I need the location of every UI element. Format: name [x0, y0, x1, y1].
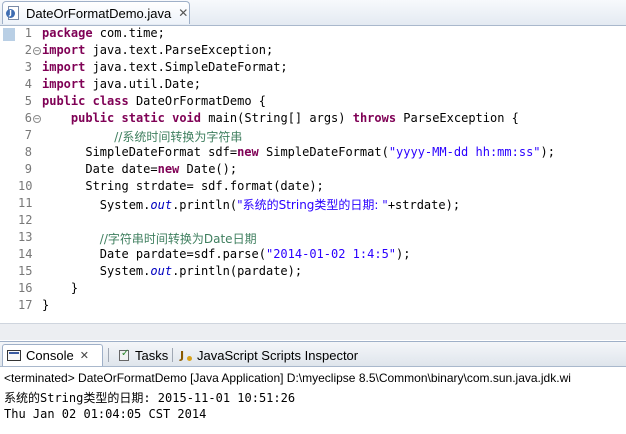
line-number: 13	[18, 230, 33, 244]
line-number: 10	[18, 179, 33, 193]
code-line-1: package com.time;	[42, 26, 165, 40]
console-view-tab-bar: Console ✕ ✓ Tasks J JavaScript Scripts I…	[0, 341, 626, 367]
line-number: 5	[24, 94, 32, 108]
tab-separator	[108, 348, 109, 362]
line-number: 4	[24, 77, 32, 91]
code-line-5: public class DateOrFormatDemo {	[42, 94, 266, 108]
line-number: 6	[24, 111, 32, 125]
code-line-8: SimpleDateFormat sdf=new SimpleDateForma…	[85, 145, 555, 159]
line-number: 17	[18, 298, 33, 312]
editor-horizontal-scrollbar[interactable]	[0, 323, 626, 340]
console-output-area[interactable]: <terminated> DateOrFormatDemo [Java Appl…	[0, 367, 626, 434]
line-number: 2	[24, 43, 32, 57]
tab-javascript-scripts-inspector[interactable]: J JavaScript Scripts Inspector	[175, 344, 362, 366]
tab-javascript-label: JavaScript Scripts Inspector	[197, 347, 359, 363]
code-line-4: import java.util.Date;	[42, 77, 201, 91]
code-text: package com.time; import java.text.Parse…	[42, 26, 555, 315]
line-number-gutter: 1 2 3 4 5 6 7 8 9 10 11 12 13 14 15 16 1…	[18, 26, 34, 315]
line-number: 8	[24, 145, 32, 159]
code-line-16: }	[70, 281, 79, 295]
editor-tab-dateorformatdemo[interactable]: J DateOrFormatDemo.java ✕	[2, 1, 190, 24]
code-line-13: //字符串时间转换为Date日期	[99, 232, 257, 246]
line-number: 16	[18, 281, 33, 295]
line-number: 3	[24, 60, 32, 74]
tab-console[interactable]: Console ✕	[2, 344, 103, 366]
tasks-icon: ✓	[119, 348, 130, 361]
editor-tab-label: DateOrFormatDemo.java	[26, 5, 172, 21]
code-line-7: //系统时间转换为字符串	[114, 130, 243, 144]
tab-tasks[interactable]: ✓ Tasks	[113, 344, 172, 366]
line-number: 15	[18, 264, 33, 278]
code-line-17: }	[42, 298, 50, 312]
line-number: 9	[24, 162, 32, 176]
overview-ruler	[0, 26, 18, 323]
console-status: <terminated> DateOrFormatDemo [Java Appl…	[4, 371, 571, 385]
javascript-inspector-icon: J	[179, 348, 193, 362]
code-line-10: String strdate= sdf.format(date);	[85, 179, 324, 193]
line-number: 14	[18, 247, 33, 261]
code-line-9: Date date=new Date();	[85, 162, 238, 176]
tab-separator	[172, 348, 173, 362]
code-line-15: System.out.println(pardate);	[99, 264, 303, 278]
current-line-marker	[3, 28, 15, 41]
tab-console-label: Console	[26, 348, 74, 363]
line-number: 7	[24, 128, 32, 142]
fold-gutter	[34, 26, 42, 323]
console-output-line: Thu Jan 02 01:04:05 CST 2014	[4, 407, 207, 421]
close-icon[interactable]: ✕	[80, 349, 89, 362]
code-line-2: import java.text.ParseException;	[42, 43, 274, 57]
code-line-3: import java.text.SimpleDateFormat;	[42, 60, 288, 74]
fold-toggle-icon[interactable]: −	[33, 115, 41, 123]
console-icon	[7, 350, 21, 361]
code-editor[interactable]: 1 2 3 4 5 6 7 8 9 10 11 12 13 14 15 16 1…	[0, 26, 626, 323]
tab-tasks-label: Tasks	[135, 347, 169, 363]
close-icon[interactable]: ✕	[178, 6, 188, 20]
line-number: 12	[18, 213, 33, 227]
code-line-11: System.out.println("系统的String类型的日期: "+st…	[99, 198, 461, 212]
line-number: 1	[24, 26, 32, 40]
code-line-6: public static void main(String[] args) t…	[70, 111, 519, 125]
code-line-14: Date pardate=sdf.parse("2014-01-02 1:4:5…	[99, 247, 411, 261]
editor-tab-bar: J DateOrFormatDemo.java ✕	[0, 0, 626, 26]
line-number: 11	[18, 196, 33, 210]
fold-toggle-icon[interactable]: −	[33, 47, 41, 55]
console-output-line: 系统的String类型的日期: 2015-11-01 10:51:26	[4, 391, 296, 405]
java-file-icon: J	[6, 5, 22, 21]
